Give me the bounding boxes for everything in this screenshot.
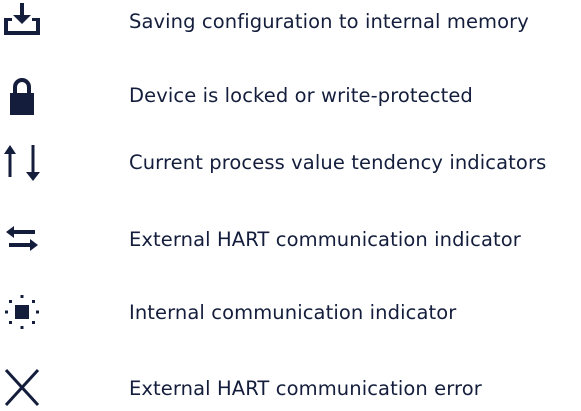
internal-communication-icon — [0, 291, 44, 335]
legend-row-error: External HART communication error — [0, 367, 581, 411]
legend-label-error: External HART communication error — [129, 377, 482, 400]
hart-communication-icon — [0, 218, 44, 262]
lock-icon — [0, 74, 44, 118]
communication-error-icon — [0, 367, 44, 411]
legend-row-tendency: Current process value tendency indicator… — [0, 141, 581, 185]
tendency-arrows-icon — [0, 141, 44, 185]
legend-label-internal: Internal communication indicator — [129, 301, 457, 324]
legend-label-hart: External HART communication indicator — [129, 228, 521, 251]
legend-label-save: Saving configuration to internal memory — [129, 10, 529, 33]
legend-label-tendency: Current process value tendency indicator… — [129, 151, 547, 174]
legend-row-lock: Device is locked or write-protected — [0, 74, 581, 118]
legend-row-hart: External HART communication indicator — [0, 218, 581, 262]
legend-label-lock: Device is locked or write-protected — [129, 84, 473, 107]
save-to-memory-icon — [0, 0, 44, 44]
legend-row-save: Saving configuration to internal memory — [0, 0, 581, 44]
legend-row-internal: Internal communication indicator — [0, 291, 581, 335]
icon-legend: Saving configuration to internal memory … — [0, 0, 581, 407]
